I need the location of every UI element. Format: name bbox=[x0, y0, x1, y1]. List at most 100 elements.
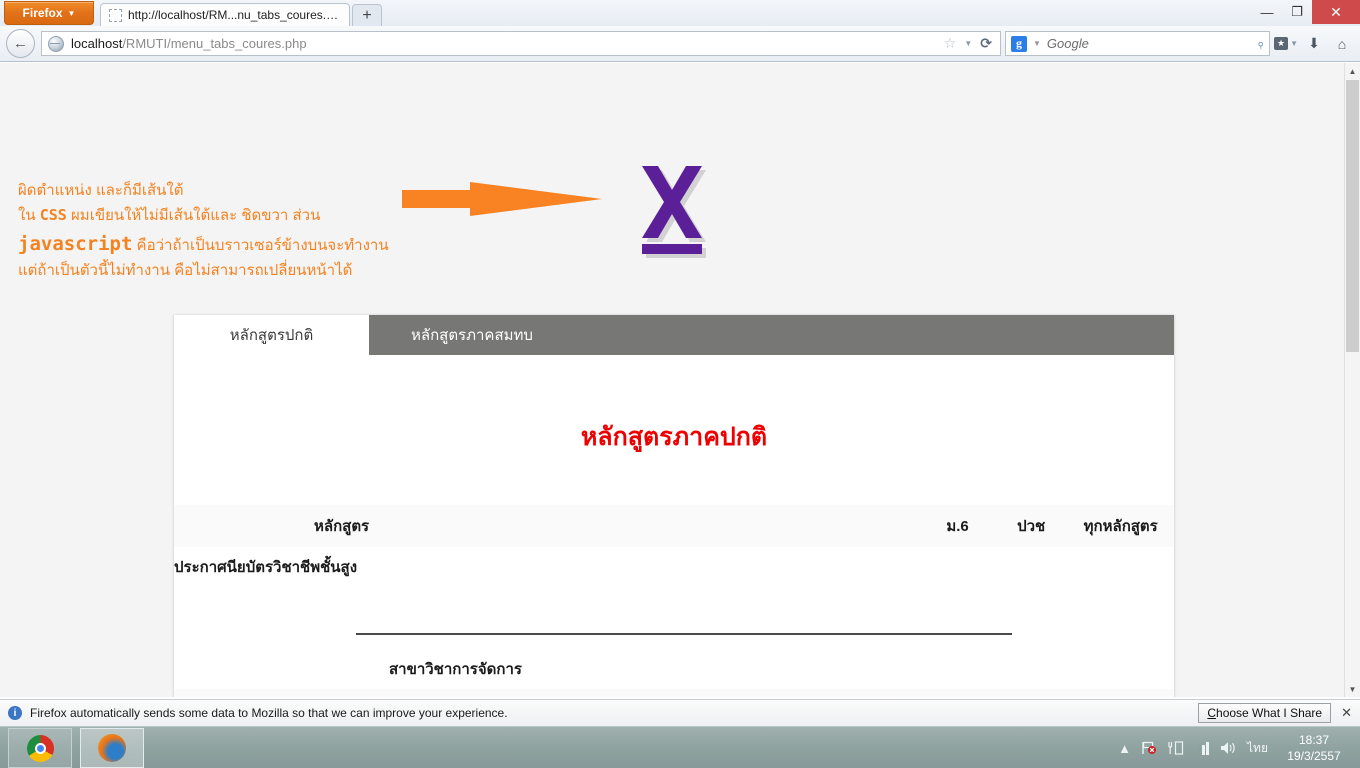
tab-regular-program[interactable]: หลักสูตรปกติ bbox=[174, 315, 369, 355]
search-input[interactable]: Google bbox=[1047, 36, 1089, 51]
minimize-button[interactable]: — bbox=[1252, 0, 1282, 24]
doc-cell-all bbox=[1067, 689, 1174, 697]
annotation-javascript-keyword: javascript bbox=[18, 232, 133, 255]
search-icon[interactable]: ⌕ bbox=[1252, 35, 1268, 51]
browser-navigation-toolbar: ← localhost/RMUTI/menu_tabs_coures.php ☆… bbox=[0, 26, 1360, 62]
home-button[interactable]: ⌂ bbox=[1330, 36, 1354, 52]
chevron-down-icon[interactable]: ▼ bbox=[1033, 39, 1041, 48]
browser-title-bar: Firefox ▼ http://localhost/RM...nu_tabs_… bbox=[0, 0, 1360, 27]
browser-tabstrip: http://localhost/RM...nu_tabs_coures.php… bbox=[100, 0, 382, 26]
address-bar-url: localhost/RMUTI/menu_tabs_coures.php bbox=[71, 36, 307, 51]
program-name: - โปรแกรมวิชาการจัดการทั่วไป bbox=[174, 689, 920, 697]
system-tray: ▲ ไทย 18:37 19/3/2557 bbox=[1118, 732, 1360, 764]
group-name-management: สาขาวิชาการจัดการ bbox=[389, 661, 522, 678]
restore-button[interactable]: ❐ bbox=[1282, 0, 1312, 24]
button-label-rest: hoose What I Share bbox=[1216, 706, 1323, 720]
flag-error-icon[interactable] bbox=[1141, 741, 1157, 755]
annotation-line-1: ผิดตำแหน่ง และก็มีเส้นใต้ bbox=[18, 182, 184, 199]
table-header-row: หลักสูตร ม.6 ปวช ทุกหลักสูตร bbox=[174, 505, 1174, 547]
window-controls: — ❐ ✕ bbox=[1252, 0, 1360, 24]
course-tab-bar: หลักสูตรปกติ หลักสูตรภาคสมทบ bbox=[174, 315, 1174, 355]
device-icon[interactable] bbox=[1167, 741, 1184, 755]
button-accesskey-letter: C bbox=[1207, 706, 1217, 720]
taskbar-item-chrome[interactable] bbox=[8, 728, 72, 768]
choose-what-i-share-button[interactable]: Choose What I Share bbox=[1198, 703, 1332, 723]
annotation-line-4: แต่ถ้าเป็นตัวนี้ไม่ทำงาน คือไม่สามารถเปล… bbox=[18, 262, 353, 280]
column-header-pwch: ปวช bbox=[994, 505, 1068, 547]
annotation-css-keyword: CSS bbox=[39, 206, 67, 225]
tab-regular-program-label: หลักสูตรปกติ bbox=[229, 327, 314, 344]
language-indicator[interactable]: ไทย bbox=[1247, 739, 1268, 758]
course-table-body: ประกาศนียบัตรวิชาชีพชั้นสูง สาขาวิชาการจ… bbox=[174, 547, 1174, 697]
column-header-m6: ม.6 bbox=[920, 505, 995, 547]
table-row: - โปรแกรมวิชาการจัดการทั่วไป เอกสาร เอกส… bbox=[174, 689, 1174, 697]
firefox-icon bbox=[98, 734, 126, 762]
address-bar-actions: ☆ ▼ ⟳ bbox=[944, 35, 994, 52]
chevron-down-icon[interactable]: ▼ bbox=[964, 39, 972, 48]
column-header-all-programs: ทุกหลักสูตร bbox=[1067, 505, 1174, 547]
chevron-down-icon: ▼ bbox=[1290, 39, 1298, 48]
purple-x-annotation bbox=[642, 166, 706, 258]
taskbar-clock[interactable]: 18:37 19/3/2557 bbox=[1278, 732, 1350, 764]
search-bar[interactable]: g ▼ Google ⌕ bbox=[1005, 31, 1270, 56]
orange-arrow-annotation bbox=[402, 182, 602, 216]
reload-icon[interactable]: ⟳ bbox=[980, 35, 992, 52]
url-path: /RMUTI/menu_tabs_coures.php bbox=[122, 36, 307, 51]
clock-date: 19/3/2557 bbox=[1287, 749, 1341, 763]
column-header-program: หลักสูตร bbox=[174, 505, 921, 547]
divider-row bbox=[174, 587, 1174, 643]
google-icon: g bbox=[1011, 35, 1027, 52]
annotation-line-2-prefix: ใน bbox=[18, 207, 40, 225]
course-card-body: หลักสูตรภาคปกติ หลักสูตร ม.6 ปวช ทุกหลัก… bbox=[174, 417, 1174, 697]
browser-tab[interactable]: http://localhost/RM...nu_tabs_coures.php bbox=[100, 3, 350, 26]
bookmark-star-icon[interactable]: ☆ bbox=[944, 35, 957, 52]
horizontal-rule bbox=[356, 633, 1012, 635]
firefox-menu-button[interactable]: Firefox ▼ bbox=[4, 1, 94, 25]
new-tab-button[interactable]: + bbox=[352, 4, 382, 26]
notification-message: Firefox automatically sends some data to… bbox=[30, 706, 508, 720]
windows-taskbar: ▲ ไทย 18:37 19/3/2557 bbox=[0, 726, 1360, 768]
tab-supplementary-program[interactable]: หลักสูตรภาคสมทบ bbox=[369, 315, 1174, 355]
chevron-down-icon: ▼ bbox=[67, 8, 76, 18]
close-icon[interactable]: ✕ bbox=[1341, 705, 1352, 721]
course-table-head: หลักสูตร ม.6 ปวช ทุกหลักสูตร bbox=[174, 505, 1174, 547]
annotation-line-3-suffix: คือว่าถ้าเป็นบราวเซอร์ข้างบนจะทำงาน bbox=[132, 236, 389, 254]
section-heading-row: ประกาศนียบัตรวิชาชีพชั้นสูง bbox=[174, 547, 1174, 587]
network-icon[interactable] bbox=[1194, 741, 1210, 755]
close-button[interactable]: ✕ bbox=[1312, 0, 1360, 24]
downloads-button[interactable]: ⬇ bbox=[1302, 35, 1326, 52]
browser-tab-title: http://localhost/RM...nu_tabs_coures.php bbox=[128, 8, 341, 22]
course-table: หลักสูตร ม.6 ปวช ทุกหลักสูตร ประกาศนียบั… bbox=[174, 505, 1174, 697]
scroll-down-icon[interactable]: ▼ bbox=[1345, 681, 1360, 697]
bookmarks-menu-button[interactable]: ★ ▼ bbox=[1274, 37, 1298, 50]
address-bar[interactable]: localhost/RMUTI/menu_tabs_coures.php ☆ ▼… bbox=[41, 31, 1001, 56]
scrollbar-thumb[interactable] bbox=[1346, 80, 1359, 352]
globe-icon bbox=[48, 35, 64, 52]
section-heading: ประกาศนียบัตรวิชาชีพชั้นสูง bbox=[174, 559, 358, 576]
tab-supplementary-program-label: หลักสูตรภาคสมทบ bbox=[411, 327, 533, 344]
volume-icon[interactable] bbox=[1220, 741, 1237, 755]
annotation-text: ผิดตำแหน่ง และก็มีเส้นใต้ ใน CSS ผมเขียน… bbox=[18, 179, 448, 284]
page-favicon-icon bbox=[109, 8, 122, 22]
chrome-icon bbox=[26, 734, 54, 762]
scroll-up-icon[interactable]: ▲ bbox=[1345, 63, 1360, 79]
doc-cell-pwch: เอกสาร bbox=[995, 689, 1067, 697]
url-host: localhost bbox=[71, 36, 123, 51]
divider-cell bbox=[174, 587, 1174, 643]
clock-time: 18:37 bbox=[1298, 732, 1330, 747]
annotation-line-3: javascript คือว่าถ้าเป็นบราวเซอร์ข้างบนจ… bbox=[18, 229, 448, 260]
info-icon: i bbox=[8, 706, 22, 720]
notification-bar: i Firefox automatically sends some data … bbox=[0, 699, 1360, 726]
tray-expand-icon[interactable]: ▲ bbox=[1118, 741, 1131, 756]
firefox-menu-label: Firefox bbox=[22, 6, 63, 20]
taskbar-item-firefox[interactable] bbox=[80, 728, 144, 768]
back-button[interactable]: ← bbox=[6, 29, 35, 58]
notification-actions: Choose What I Share ✕ bbox=[1198, 703, 1352, 723]
vertical-scrollbar[interactable]: ▲ ▼ bbox=[1344, 63, 1360, 697]
annotation-line-2: ใน CSS ผมเขียนให้ไม่มีเส้นใต้และ ชิดขวา … bbox=[18, 203, 448, 228]
annotation-line-2-suffix: ผมเขียนให้ไม่มีเส้นใต้และ ชิดขวา ส่วน bbox=[66, 207, 321, 225]
page-title: หลักสูตรภาคปกติ bbox=[580, 423, 768, 451]
bookmark-icon: ★ bbox=[1274, 37, 1289, 50]
page-viewport: ผิดตำแหน่ง และก็มีเส้นใต้ ใน CSS ผมเขียน… bbox=[0, 63, 1345, 697]
course-content-card: หลักสูตรปกติ หลักสูตรภาคสมทบ หลักสูตรภาค… bbox=[174, 315, 1174, 697]
